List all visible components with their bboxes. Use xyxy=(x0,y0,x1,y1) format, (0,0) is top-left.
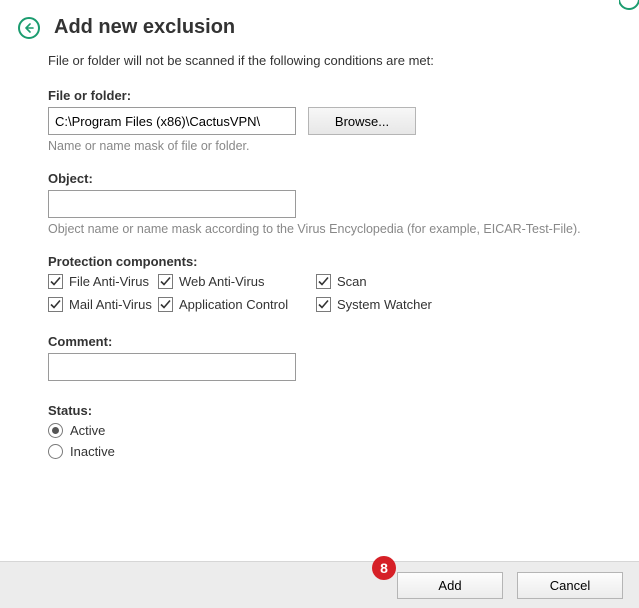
object-input[interactable] xyxy=(48,190,296,218)
radio-icon xyxy=(48,444,63,459)
help-icon[interactable] xyxy=(619,0,639,10)
object-label: Object: xyxy=(48,171,591,186)
checkbox-mail-antivirus[interactable]: Mail Anti-Virus xyxy=(48,297,158,312)
object-hint: Object name or name mask according to th… xyxy=(48,222,591,236)
check-icon xyxy=(316,297,331,312)
radio-label: Active xyxy=(70,423,105,438)
radio-icon xyxy=(48,423,63,438)
comment-label: Comment: xyxy=(48,334,591,349)
back-button[interactable] xyxy=(18,17,40,39)
radio-inactive[interactable]: Inactive xyxy=(48,444,591,459)
file-label: File or folder: xyxy=(48,88,591,103)
checkbox-application-control[interactable]: Application Control xyxy=(158,297,316,312)
checkbox-file-antivirus[interactable]: File Anti-Virus xyxy=(48,274,158,289)
checkbox-label: Application Control xyxy=(179,297,288,312)
browse-button[interactable]: Browse... xyxy=(308,107,416,135)
checkbox-label: Web Anti-Virus xyxy=(179,274,265,289)
check-icon xyxy=(48,274,63,289)
status-label: Status: xyxy=(48,403,591,418)
step-badge: 8 xyxy=(372,556,396,580)
check-icon xyxy=(316,274,331,289)
radio-active[interactable]: Active xyxy=(48,423,591,438)
checkbox-label: Mail Anti-Virus xyxy=(69,297,152,312)
file-path-input[interactable] xyxy=(48,107,296,135)
comment-input[interactable] xyxy=(48,353,296,381)
checkbox-web-antivirus[interactable]: Web Anti-Virus xyxy=(158,274,316,289)
checkbox-scan[interactable]: Scan xyxy=(316,274,466,289)
checkbox-system-watcher[interactable]: System Watcher xyxy=(316,297,466,312)
check-icon xyxy=(158,274,173,289)
file-hint: Name or name mask of file or folder. xyxy=(48,139,591,153)
intro-text: File or folder will not be scanned if th… xyxy=(48,53,591,68)
checkbox-label: System Watcher xyxy=(337,297,432,312)
components-label: Protection components: xyxy=(48,254,591,269)
footer-bar: Add Cancel xyxy=(0,561,639,608)
check-icon xyxy=(48,297,63,312)
cancel-button[interactable]: Cancel xyxy=(517,572,623,599)
checkbox-label: File Anti-Virus xyxy=(69,274,149,289)
radio-label: Inactive xyxy=(70,444,115,459)
checkbox-label: Scan xyxy=(337,274,367,289)
arrow-left-icon xyxy=(24,23,34,33)
page-title: Add new exclusion xyxy=(54,16,235,39)
add-button[interactable]: Add xyxy=(397,572,503,599)
check-icon xyxy=(158,297,173,312)
